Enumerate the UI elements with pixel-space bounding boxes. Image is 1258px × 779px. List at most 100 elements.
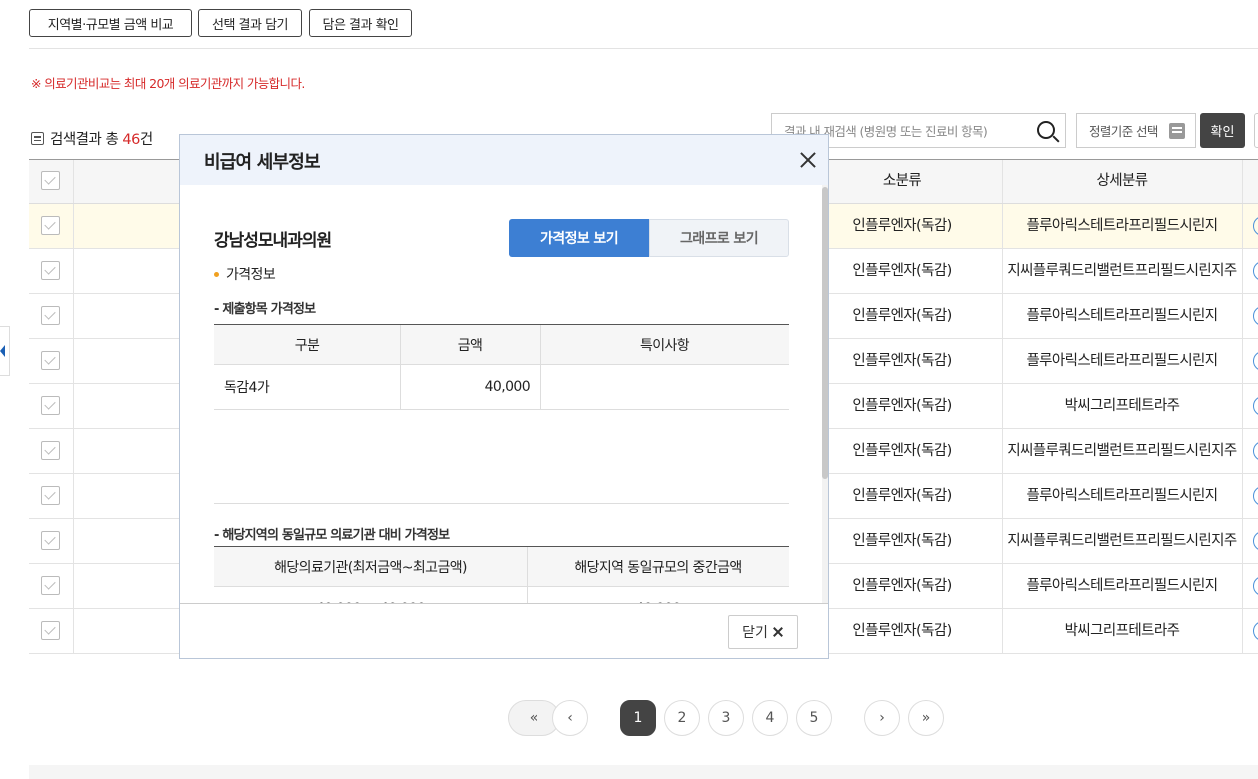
cell-detail-category: 지씨플루쿼드리밸런트프리필드시린지주: [1007, 532, 1237, 549]
cell-detail-category: 지씨플루쿼드리밸런트프리필드시린지주: [1007, 442, 1237, 459]
page-5[interactable]: 5: [796, 700, 832, 736]
cell-detail-category: 플루아릭스테트라프리필드시린지: [1026, 352, 1218, 369]
cell-small-category: 인플루엔자(독감): [852, 217, 952, 234]
page-1[interactable]: 1: [620, 700, 656, 736]
cell-detail-category: 지씨플루쿼드리밸런트프리필드시린지주: [1007, 262, 1237, 279]
cell-detail-category: 플루아릭스테트라프리필드시린지: [1026, 487, 1218, 504]
cell-detail-category: 박씨그리프테트라주: [1064, 622, 1180, 639]
info-icon[interactable]: [1253, 216, 1258, 236]
sub-heading-1: - 제출항목 가격정보: [214, 302, 316, 317]
tab-price-info[interactable]: 가격정보 보기: [509, 219, 649, 257]
col-median: 해당지역 동일규모의 중간금액: [574, 559, 742, 576]
modal-scrollbar[interactable]: [822, 187, 828, 479]
compare-button[interactable]: 지역별·규모별 금액 비교: [29, 9, 192, 37]
result-prefix: 검색결과 총: [50, 132, 123, 148]
col-type: 구분: [294, 337, 320, 354]
cell-small-category: 인플루엔자(독감): [852, 352, 952, 369]
cell-detail-category: 박씨그리프테트라주: [1064, 397, 1180, 414]
section-heading: 가격정보: [214, 264, 276, 284]
row-checkbox[interactable]: [41, 351, 60, 370]
detail-modal: 비급여 세부정보 강남성모내과의원 가격정보 보기 그래프로 보기 가격정보 -…: [179, 134, 829, 659]
modal-footer: 닫기: [180, 603, 828, 658]
select-all-checkbox[interactable]: [41, 171, 60, 190]
info-icon[interactable]: [1253, 306, 1258, 326]
search-icon[interactable]: [1037, 121, 1055, 139]
table-row: 40,000 ~ 40,000 40,000: [214, 587, 789, 603]
close-icon: [772, 626, 784, 638]
modal-title: 비급여 세부정보: [204, 152, 321, 173]
cell-type: 독감4가: [224, 380, 270, 396]
result-number: 46: [122, 132, 140, 148]
page-3[interactable]: 3: [708, 700, 744, 736]
view-cart-button[interactable]: 담은 결과 확인: [309, 9, 412, 37]
cell-detail-category: 플루아릭스테트라프리필드시린지: [1026, 577, 1218, 594]
footer-bar: [29, 765, 1258, 779]
info-icon[interactable]: [1253, 261, 1258, 281]
row-checkbox[interactable]: [41, 216, 60, 235]
list-icon: [31, 132, 44, 145]
price-table-header: 구분 금액 특이사항: [214, 325, 789, 365]
row-checkbox[interactable]: [41, 306, 60, 325]
next-page-button[interactable]: ›: [864, 700, 900, 736]
row-checkbox[interactable]: [41, 576, 60, 595]
info-icon[interactable]: [1253, 576, 1258, 596]
header-detail-category: 상세분류: [1096, 173, 1149, 189]
cell-small-category: 인플루엔자(독감): [852, 397, 952, 414]
last-page-button[interactable]: »: [908, 700, 944, 736]
result-count: 검색결과 총 46건: [31, 128, 153, 149]
bullet-icon: [214, 271, 219, 277]
extra-button[interactable]: [1254, 113, 1258, 148]
header-small-category: 소분류: [882, 173, 922, 189]
divider: [29, 48, 1258, 49]
row-checkbox[interactable]: [41, 486, 60, 505]
row-checkbox[interactable]: [41, 441, 60, 460]
tab-graph[interactable]: 그래프로 보기: [649, 219, 789, 257]
hospital-name: 강남성모내과의원: [214, 231, 332, 251]
info-icon[interactable]: [1253, 351, 1258, 371]
compare-table: 해당의료기관(최저금액~최고금액) 해당지역 동일규모의 중간금액 40,000…: [214, 546, 789, 603]
add-selection-button[interactable]: 선택 결과 담기: [198, 9, 302, 37]
cell-detail-category: 플루아릭스테트라프리필드시린지: [1026, 307, 1218, 324]
row-checkbox[interactable]: [41, 261, 60, 280]
modal-header: 비급여 세부정보: [180, 135, 828, 185]
cell-small-category: 인플루엔자(독감): [852, 487, 952, 504]
info-icon[interactable]: [1253, 396, 1258, 416]
row-checkbox[interactable]: [41, 396, 60, 415]
sub-heading-2: - 해당지역의 동일규모 의료기관 대비 가격정보: [214, 528, 450, 543]
cell-small-category: 인플루엔자(독감): [852, 262, 952, 279]
row-checkbox[interactable]: [41, 621, 60, 640]
info-icon[interactable]: [1253, 531, 1258, 551]
page-2[interactable]: 2: [664, 700, 700, 736]
page-4[interactable]: 4: [752, 700, 788, 736]
close-icon[interactable]: [796, 148, 820, 172]
price-table: 구분 금액 특이사항 독감4가 40,000: [214, 324, 789, 505]
close-label: 닫기: [742, 625, 768, 641]
cell-range: 40,000 ~ 40,000: [214, 587, 527, 603]
confirm-button[interactable]: 확인: [1200, 113, 1245, 148]
notice-text: ※ 의료기관비교는 최대 20개 의료기관까지 가능합니다.: [31, 76, 305, 91]
cell-note: [540, 365, 789, 409]
col-range: 해당의료기관(최저금액~최고금액): [274, 559, 467, 576]
cell-median: 40,000: [527, 587, 789, 603]
cell-amount: 40,000: [484, 379, 531, 395]
cell-small-category: 인플루엔자(독감): [852, 532, 952, 549]
compare-table-header: 해당의료기관(최저금액~최고금액) 해당지역 동일규모의 중간금액: [214, 547, 789, 587]
info-icon[interactable]: [1253, 621, 1258, 641]
side-collapse-tab[interactable]: [0, 326, 10, 376]
cell-small-category: 인플루엔자(독감): [852, 442, 952, 459]
sort-select[interactable]: 정렬기준 선택: [1076, 113, 1196, 148]
row-checkbox[interactable]: [41, 531, 60, 550]
info-icon[interactable]: [1253, 441, 1258, 461]
col-note: 특이사항: [639, 337, 690, 354]
cell-small-category: 인플루엔자(독감): [852, 307, 952, 324]
section-label: 가격정보: [226, 267, 276, 283]
list-icon: [1169, 123, 1185, 139]
sort-label: 정렬기준 선택: [1089, 124, 1158, 139]
info-icon[interactable]: [1253, 486, 1258, 506]
table-row: 독감4가 40,000: [214, 365, 789, 410]
cell-small-category: 인플루엔자(독감): [852, 622, 952, 639]
col-amount: 금액: [457, 337, 483, 354]
close-button[interactable]: 닫기: [728, 615, 798, 649]
prev-page-button[interactable]: ‹: [552, 700, 588, 736]
cell-small-category: 인플루엔자(독감): [852, 577, 952, 594]
